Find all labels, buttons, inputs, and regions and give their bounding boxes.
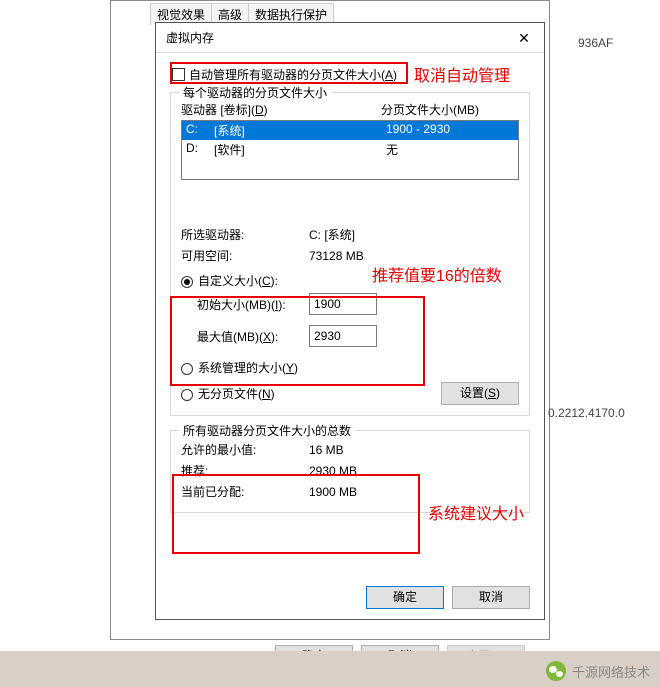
per-drive-group: 每个驱动器的分页文件大小 驱动器 [卷标](D) 分页文件大小(MB) C: [… bbox=[170, 92, 530, 416]
drive-list[interactable]: C: [系统] 1900 - 2930 D: [软件] 无 bbox=[181, 120, 519, 180]
auto-manage-label: 自动管理所有驱动器的分页文件大小(A) bbox=[189, 66, 397, 83]
selected-drive-value: C: [系统] bbox=[309, 226, 355, 243]
titlebar: 虚拟内存 ✕ bbox=[156, 23, 544, 53]
drive-row[interactable]: D: [软件] 无 bbox=[182, 140, 518, 159]
initial-size-input[interactable] bbox=[309, 293, 377, 315]
wechat-credit: 千源网络技术 bbox=[546, 661, 650, 681]
auto-manage-checkbox[interactable] bbox=[172, 68, 185, 81]
drive-label: [系统] bbox=[214, 122, 386, 139]
wechat-icon bbox=[546, 661, 566, 681]
wechat-text: 千源网络技术 bbox=[572, 662, 650, 681]
no-paging-radio[interactable] bbox=[181, 389, 193, 401]
set-button[interactable]: 设置(S) bbox=[441, 382, 519, 405]
initial-size-label: 初始大小(MB)(I): bbox=[181, 296, 309, 313]
drive-row[interactable]: C: [系统] 1900 - 2930 bbox=[182, 121, 518, 140]
recommended-value: 2930 MB bbox=[309, 464, 357, 478]
annotation-label-1: 取消自动管理 bbox=[414, 62, 510, 86]
bg-text-1: 936AF bbox=[578, 36, 613, 50]
size-column-header: 分页文件大小(MB) bbox=[381, 101, 479, 118]
per-drive-group-title: 每个驱动器的分页文件大小 bbox=[179, 84, 331, 101]
ok-button[interactable]: 确定 bbox=[366, 586, 444, 609]
custom-size-radio[interactable] bbox=[181, 276, 193, 288]
totals-group-title: 所有驱动器分页文件大小的总数 bbox=[179, 422, 355, 439]
system-managed-radio-row[interactable]: 系统管理的大小(Y) bbox=[181, 357, 519, 378]
system-managed-label: 系统管理的大小(Y) bbox=[198, 359, 298, 376]
system-managed-radio[interactable] bbox=[181, 363, 193, 375]
custom-size-label: 自定义大小(C): bbox=[198, 272, 278, 289]
max-size-label: 最大值(MB)(X): bbox=[181, 328, 309, 345]
drive-letter: C: bbox=[186, 122, 214, 139]
recommended-label: 推荐: bbox=[181, 462, 309, 479]
min-allowed-value: 16 MB bbox=[309, 443, 344, 457]
virtual-memory-dialog: 虚拟内存 ✕ 自动管理所有驱动器的分页文件大小(A) 每个驱动器的分页文件大小 … bbox=[155, 22, 545, 620]
dialog-buttons: 确定 取消 bbox=[366, 586, 530, 609]
currently-allocated-value: 1900 MB bbox=[309, 485, 357, 499]
dialog-title: 虚拟内存 bbox=[166, 29, 214, 46]
selected-drive-label: 所选驱动器: bbox=[181, 226, 309, 243]
drive-letter: D: bbox=[186, 141, 214, 158]
available-space-value: 73128 MB bbox=[309, 249, 364, 263]
drive-label: [软件] bbox=[214, 141, 386, 158]
bg-text-2: 0.2212.4170.0 bbox=[548, 406, 625, 420]
currently-allocated-label: 当前已分配: bbox=[181, 483, 309, 500]
no-paging-label: 无分页文件(N) bbox=[198, 385, 275, 402]
annotation-label-3: 系统建议大小 bbox=[428, 500, 524, 524]
close-icon[interactable]: ✕ bbox=[504, 23, 544, 53]
annotation-label-2: 推荐值要16的倍数 bbox=[372, 262, 502, 286]
max-size-input[interactable] bbox=[309, 325, 377, 347]
min-allowed-label: 允许的最小值: bbox=[181, 441, 309, 458]
drive-column-header: 驱动器 [卷标](D) bbox=[181, 101, 381, 118]
drive-size: 1900 - 2930 bbox=[386, 122, 450, 139]
cancel-button[interactable]: 取消 bbox=[452, 586, 530, 609]
available-space-label: 可用空间: bbox=[181, 247, 309, 264]
drive-size: 无 bbox=[386, 141, 398, 158]
no-paging-radio-row[interactable]: 无分页文件(N) bbox=[181, 383, 275, 404]
